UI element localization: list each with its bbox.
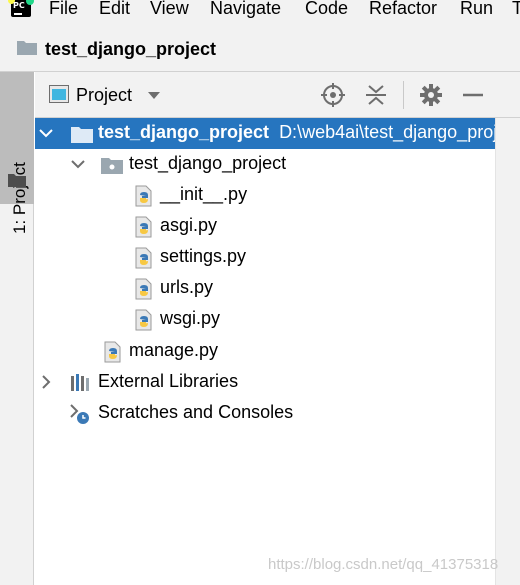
python-file-icon	[135, 309, 152, 331]
menu-edit[interactable]: Edit	[99, 0, 130, 19]
tree-row-file[interactable]: manage.py	[35, 336, 495, 367]
project-tool-tab[interactable]: 1: Project	[0, 72, 34, 234]
menu-bar: PC File Edit View Navigate Code Refactor…	[0, 0, 520, 22]
pycharm-logo-icon: PC	[8, 0, 34, 17]
file-name: urls.py	[160, 277, 214, 297]
tree-row-file[interactable]: wsgi.py	[35, 304, 495, 335]
file-name: asgi.py	[160, 215, 218, 235]
tree-row-file[interactable]: urls.py	[35, 273, 495, 304]
scratches-icon	[70, 404, 89, 424]
package-folder-name: test_django_project	[129, 153, 287, 173]
tree-row-scratches[interactable]: Scratches and Consoles	[35, 398, 495, 429]
python-file-icon	[135, 185, 152, 207]
folder-icon	[17, 41, 37, 55]
scratches-label: Scratches and Consoles	[98, 402, 294, 422]
menu-navigate[interactable]: Navigate	[210, 0, 281, 19]
package-folder-icon	[101, 158, 123, 174]
chevron-down-icon[interactable]	[39, 126, 53, 140]
tree-row-root[interactable]: test_django_project D:\web4ai\test_djang…	[35, 118, 498, 149]
python-file-icon	[135, 216, 152, 238]
menu-run[interactable]: Run	[460, 0, 493, 19]
menu-view[interactable]: View	[150, 0, 189, 19]
navigation-bar: test_django_project	[0, 22, 520, 72]
collapse-all-icon[interactable]	[364, 83, 388, 107]
file-name: settings.py	[160, 246, 247, 266]
python-file-icon	[135, 278, 152, 300]
project-tree: test_django_project D:\web4ai\test_djang…	[35, 118, 498, 585]
python-file-icon	[104, 341, 121, 363]
tree-row-file[interactable]: __init__.py	[35, 180, 495, 211]
library-icon	[71, 374, 89, 391]
header-divider	[403, 81, 404, 109]
menu-code[interactable]: Code	[305, 0, 348, 19]
root-folder-name: test_django_project	[98, 122, 270, 142]
locate-icon[interactable]	[321, 83, 345, 107]
root-folder-path: D:\web4ai\test_django_proj	[279, 122, 498, 142]
file-name: manage.py	[129, 340, 219, 360]
project-view-selector[interactable]: Project	[76, 85, 132, 106]
external-libraries-label: External Libraries	[98, 371, 239, 391]
tool-window-strip: 1: Project	[0, 72, 34, 585]
menu-refactor[interactable]: Refactor	[369, 0, 437, 19]
project-panel-header: Project	[35, 72, 520, 118]
gear-icon[interactable]	[419, 83, 443, 107]
project-view-icon	[49, 85, 69, 103]
file-name: __init__.py	[160, 184, 248, 204]
vertical-scrollbar[interactable]	[495, 118, 520, 585]
hide-icon[interactable]	[461, 83, 485, 107]
folder-icon	[71, 127, 93, 143]
tree-row-file[interactable]: settings.py	[35, 242, 495, 273]
folder-icon	[8, 174, 26, 187]
breadcrumb-project[interactable]: test_django_project	[45, 39, 216, 60]
python-file-icon	[135, 247, 152, 269]
file-name: wsgi.py	[160, 308, 221, 328]
tree-row-file[interactable]: asgi.py	[35, 211, 495, 242]
chevron-down-icon[interactable]	[71, 157, 85, 171]
watermark-text: https://blog.csdn.net/qq_41375318	[268, 556, 499, 573]
chevron-down-icon[interactable]	[148, 92, 160, 100]
chevron-right-icon[interactable]	[39, 375, 53, 389]
tree-row-external-libraries[interactable]: External Libraries	[35, 367, 495, 398]
tree-row-package[interactable]: test_django_project	[35, 149, 495, 180]
menu-tools[interactable]: T	[512, 0, 520, 19]
menu-file[interactable]: File	[49, 0, 78, 19]
